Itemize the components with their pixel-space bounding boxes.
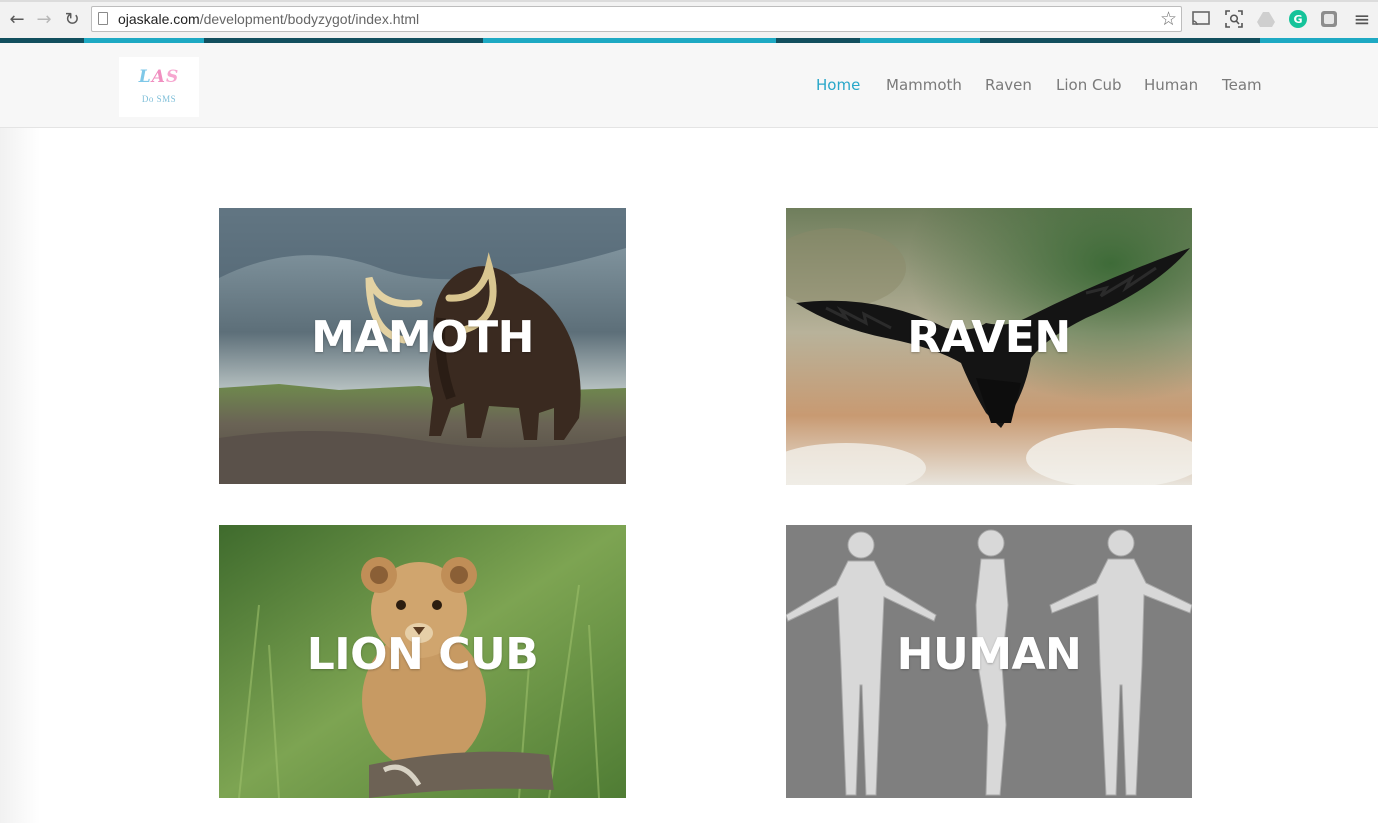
address-bar[interactable]: ojaskale.com/development/bodyzygot/index… [91, 6, 1182, 32]
reload-icon: ↻ [64, 8, 80, 30]
forward-arrow-icon: → [36, 8, 52, 30]
human-title: HUMAN [896, 629, 1082, 680]
main-navigation: Home Mammoth Raven Lion Cub Human Team [0, 76, 1378, 96]
cast-icon[interactable] [1191, 9, 1211, 29]
grammarly-icon[interactable]: G [1288, 9, 1308, 29]
lion-cub-card[interactable]: LION CUB [219, 525, 626, 798]
svg-text:G: G [1293, 13, 1302, 26]
nav-link-raven[interactable]: Raven [985, 76, 1032, 94]
nav-link-mammoth[interactable]: Mammoth [886, 76, 962, 94]
back-button[interactable]: ← [6, 8, 28, 30]
reload-button[interactable]: ↻ [61, 8, 83, 30]
mammoth-title: MAMOTH [311, 312, 534, 363]
url-path: /development/bodyzygot/index.html [199, 11, 420, 27]
tab-strip-edge [0, 0, 1378, 2]
extension-icon[interactable] [1319, 9, 1339, 29]
browser-toolbar: ← → ↻ ojaskale.com/development/bodyzygot… [0, 0, 1378, 39]
screenshot-icon[interactable] [1224, 9, 1244, 29]
nav-link-human[interactable]: Human [1144, 76, 1198, 94]
back-arrow-icon: ← [9, 8, 25, 30]
lion-cub-title: LION CUB [306, 629, 539, 680]
raven-title: RAVEN [907, 312, 1071, 363]
url-host: ojaskale.com [118, 11, 200, 27]
mammoth-card[interactable]: MAMOTH [219, 208, 626, 484]
human-card[interactable]: HUMAN [786, 525, 1192, 798]
drive-icon[interactable] [1256, 9, 1276, 29]
raven-card[interactable]: RAVEN [786, 208, 1192, 485]
forward-button[interactable]: → [33, 8, 55, 30]
bookmark-star-icon[interactable]: ☆ [1160, 8, 1177, 30]
nav-link-home[interactable]: Home [816, 76, 860, 94]
nav-link-lion-cub[interactable]: Lion Cub [1056, 76, 1121, 94]
page-shadow [0, 128, 40, 823]
nav-link-team[interactable]: Team [1222, 76, 1262, 94]
browser-menu-icon[interactable]: ≡ [1352, 7, 1372, 31]
url-text[interactable]: ojaskale.com/development/bodyzygot/index… [118, 11, 419, 27]
page-icon [98, 12, 108, 25]
site-header: LAS Do SMS Home Mammoth Raven Lion Cub H… [0, 43, 1378, 128]
